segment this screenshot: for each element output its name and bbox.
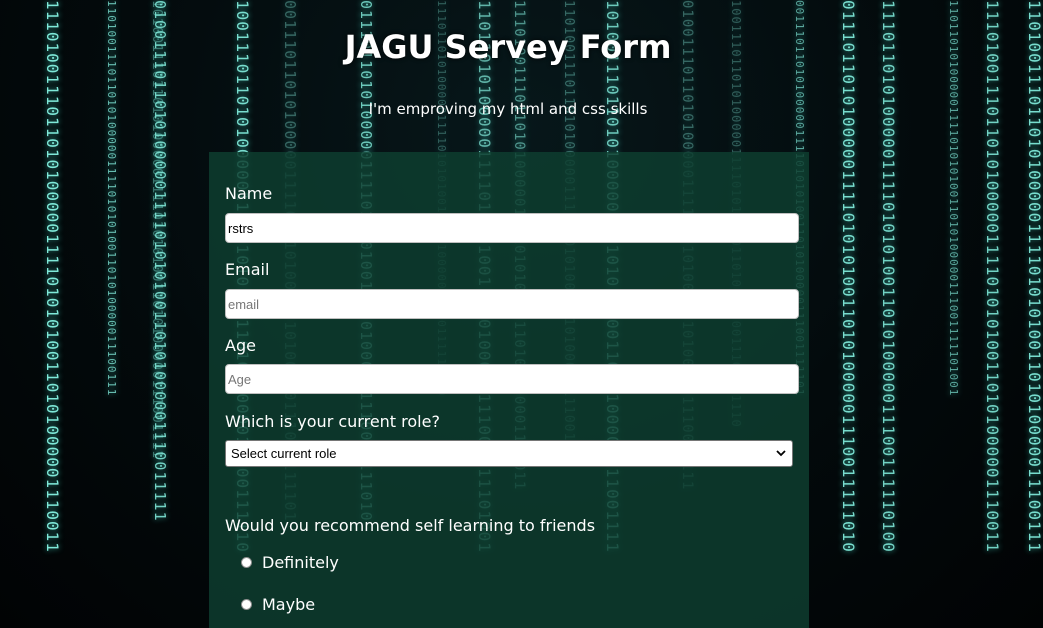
- radio-button[interactable]: [241, 598, 252, 610]
- binary-code-column: 1110100111011010100000111101010100110101…: [43, 0, 62, 553]
- recommend-question: Would you recommend self learning to fri…: [225, 516, 596, 535]
- email-label: Email: [225, 260, 270, 279]
- survey-form: Name Email Age Which is your current rol…: [209, 152, 809, 628]
- page-title: JAGU Servey Form: [344, 28, 672, 66]
- age-input[interactable]: [225, 364, 799, 394]
- chevron-down-icon: [776, 450, 786, 457]
- name-label: Name: [225, 184, 273, 203]
- radio-label: Definitely: [262, 552, 339, 572]
- binary-code-column: 1110100111011010100000111101010100110101…: [983, 0, 1002, 553]
- binary-code-column: 0100111011010100000111101010100110101000…: [151, 0, 169, 522]
- radio-button[interactable]: [241, 556, 252, 568]
- binary-code-column: 1110110101000001111010101001101010000011…: [879, 0, 898, 553]
- binary-code-column: 0111011010100000111101010100110101000001…: [839, 0, 858, 553]
- binary-code-column: 1101001110110101000001111010101001101010…: [1025, 0, 1043, 553]
- radio-label: Maybe: [262, 594, 316, 614]
- survey-page: 1110100111011010100000111101010100110101…: [0, 0, 1043, 628]
- radio-option-maybe[interactable]: Maybe: [241, 594, 315, 614]
- page-description: I'm emproving my html and css skills: [368, 100, 648, 118]
- name-input[interactable]: [225, 213, 799, 243]
- radio-option-definitely[interactable]: Definitely: [241, 552, 339, 572]
- email-input[interactable]: [225, 289, 799, 319]
- role-select-value: Select current role: [231, 446, 337, 461]
- age-label: Age: [225, 336, 256, 355]
- role-label: Which is your current role?: [225, 412, 440, 431]
- role-select[interactable]: Select current role: [225, 440, 793, 467]
